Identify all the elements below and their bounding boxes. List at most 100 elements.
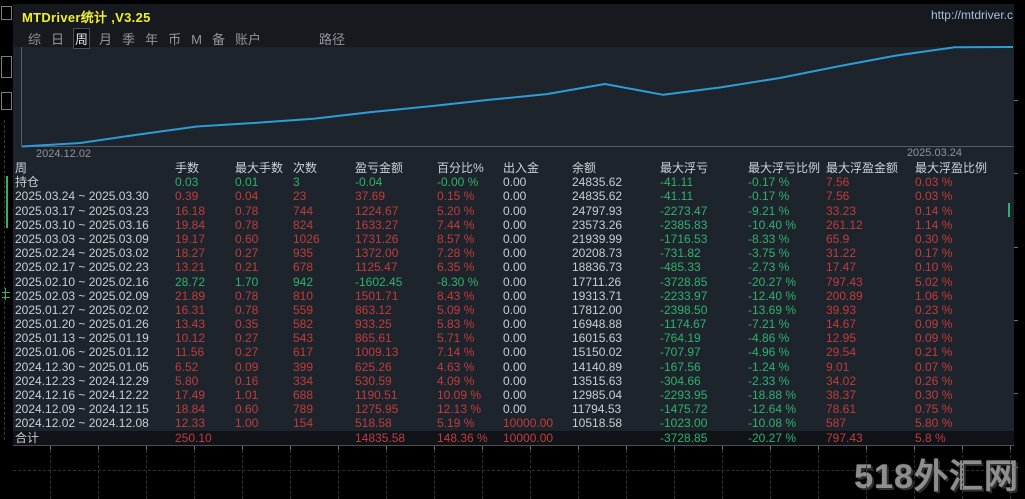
grid-vline <box>434 450 435 499</box>
trade-marker <box>2 297 10 298</box>
cell: 0.27 <box>235 246 259 261</box>
row-label: 2025.03.17 ~ 2025.03.23 <box>15 203 149 218</box>
table-row: 2025.03.24 ~ 2025.03.30 0.39 0.04 23 37.69 0.… <box>15 189 1011 203</box>
cell: 0.07 % <box>915 359 953 374</box>
grid-vline <box>722 450 723 499</box>
cell: 865.61 <box>355 331 392 346</box>
cell: 250.10 <box>175 430 212 445</box>
cell: 1009.13 <box>355 345 399 360</box>
cell: 0.00 <box>503 345 527 360</box>
tab-币[interactable]: 币 <box>168 29 181 48</box>
cell: 0.00 <box>503 359 527 374</box>
cell: -1602.45 <box>355 274 403 289</box>
cell: 0.27 <box>235 345 259 360</box>
tab-年[interactable]: 年 <box>145 29 158 48</box>
cell: 942 <box>293 274 314 289</box>
chart-end-date: 2025.03.24 <box>906 147 962 159</box>
cell: -8.33 % <box>748 231 790 246</box>
tab-账户[interactable]: 账户 <box>235 29 261 48</box>
path-button[interactable]: 路径 <box>319 29 345 48</box>
cell: -1023.00 <box>660 416 708 431</box>
table-row: 2024.12.02 ~ 2024.12.08 12.33 1.00 154 518.5… <box>15 416 1011 430</box>
cell: 5.80 <box>175 373 199 388</box>
tab-月[interactable]: 月 <box>99 29 112 48</box>
cell: 789 <box>293 402 314 417</box>
cell: 0.00 <box>503 260 527 275</box>
cell <box>572 431 660 445</box>
grid-vline <box>50 450 51 499</box>
chart-object-box <box>1 6 12 20</box>
column-header: 最大浮盈比例 <box>915 161 988 175</box>
grid-vline <box>866 450 867 499</box>
cell: 0.78 <box>235 217 259 232</box>
cell: 8.43 % <box>437 288 475 303</box>
cell: 34.02 <box>826 373 857 388</box>
grid-vline <box>98 450 99 499</box>
cell: 1.01 <box>235 388 259 402</box>
cell: 38.37 <box>826 388 857 402</box>
cell: -2.73 % <box>748 260 790 275</box>
cell: 0.04 <box>235 189 259 204</box>
tab-备[interactable]: 备 <box>212 29 225 48</box>
table-row: 2025.03.10 ~ 2025.03.16 19.84 0.78 824 1633.… <box>15 218 1011 232</box>
cell: 935 <box>293 246 314 261</box>
cell: 0.00 <box>503 317 527 332</box>
cell: 5.20 % <box>437 203 475 218</box>
cell: 399 <box>293 359 314 374</box>
table-row: 2025.02.17 ~ 2025.02.23 13.21 0.21 678 1125.… <box>15 260 1011 274</box>
cell: -8.30 % <box>437 274 479 289</box>
column-header: 周 <box>15 161 28 175</box>
tab-周[interactable]: 周 <box>74 29 90 48</box>
grid-vline <box>578 450 579 499</box>
tab-季[interactable]: 季 <box>122 29 135 48</box>
time-axis-tick <box>146 446 147 450</box>
grid-vline <box>146 450 147 499</box>
row-label: 2025.03.10 ~ 2025.03.16 <box>15 217 149 232</box>
cell: 23 <box>293 189 307 204</box>
tab-综[interactable]: 综 <box>28 29 41 48</box>
table-row: 2025.03.17 ~ 2025.03.23 16.18 0.78 744 1224.… <box>15 204 1011 218</box>
grid-vline <box>290 450 291 499</box>
cell: 0.03 % <box>915 189 953 204</box>
cell: -3728.85 <box>660 274 708 289</box>
cell: 0.00 <box>503 373 527 388</box>
cell: -3.75 % <box>748 246 790 261</box>
cell: 0.09 % <box>915 331 953 346</box>
cell: 16.18 <box>175 203 206 218</box>
cell: -41.11 <box>660 175 694 190</box>
cell: 39.93 <box>826 302 857 317</box>
cell: 0.75 % <box>915 402 953 417</box>
cell: 7.44 % <box>437 217 475 232</box>
chart-object-box <box>1 56 12 78</box>
cell: 0.27 <box>235 331 259 346</box>
cell: -41.11 <box>660 189 694 204</box>
cell: 0.30 % <box>915 231 953 246</box>
column-header: 余额 <box>572 161 597 175</box>
trade-marker <box>2 292 10 293</box>
cell: 6.35 % <box>437 260 475 275</box>
cell: 5.83 % <box>437 317 475 332</box>
time-axis-tick <box>290 446 291 450</box>
cell: 154 <box>293 416 314 431</box>
price-axis-tick <box>1014 393 1018 394</box>
row-label: 持仓 <box>15 175 40 190</box>
column-header: 最大浮亏 <box>660 161 709 175</box>
cell: 1.70 <box>235 274 259 289</box>
tab-M[interactable]: M <box>191 32 202 47</box>
cell: 1731.26 <box>355 231 399 246</box>
table-row: 2025.03.03 ~ 2025.03.09 19.17 0.60 1026 1731… <box>15 232 1011 246</box>
cell: 200.89 <box>826 288 863 303</box>
chart-guide-line <box>4 120 5 440</box>
vendor-link[interactable]: http://mtdriver.c <box>931 8 1013 22</box>
cell: 11794.53 <box>572 402 622 417</box>
grid-vline <box>626 450 627 499</box>
cell: 0.16 <box>235 373 259 388</box>
grid-vline <box>482 450 483 499</box>
table-row: 2024.12.16 ~ 2024.12.22 17.49 1.01 688 1190.… <box>15 388 1011 402</box>
cell: 0.00 <box>503 331 527 346</box>
tab-日[interactable]: 日 <box>51 29 64 48</box>
cell: 13.21 <box>175 260 206 275</box>
table-row: 2024.12.23 ~ 2024.12.29 5.80 0.16 334 530.59… <box>15 374 1011 388</box>
cell: 1190.51 <box>355 388 398 402</box>
time-axis-tick <box>674 446 675 450</box>
